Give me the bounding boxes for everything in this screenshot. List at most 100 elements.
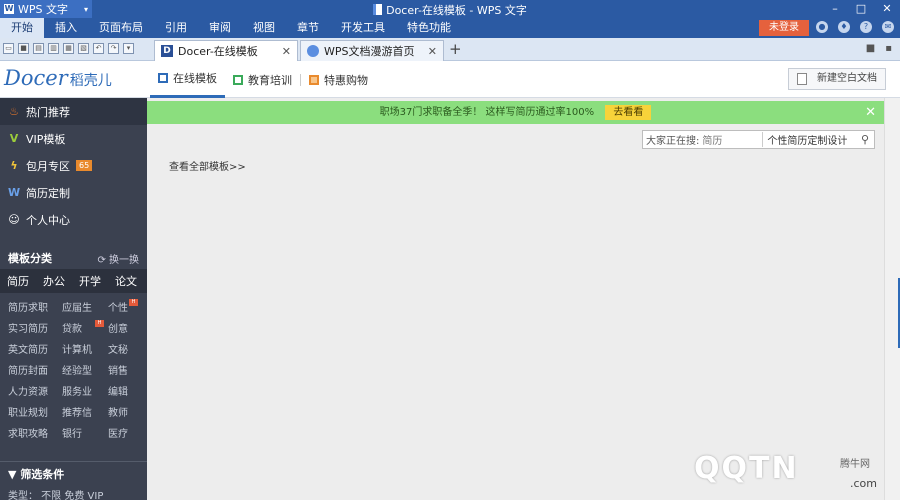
search-icon[interactable]: ⚲: [856, 133, 874, 146]
category-link[interactable]: 英文简历: [8, 340, 62, 361]
window-title-text: Docer-在线模板 - WPS 文字: [386, 4, 527, 17]
tab-view[interactable]: 视图: [242, 18, 286, 38]
undo-icon[interactable]: ↶: [93, 43, 104, 54]
template-search: 大家正在搜: 简历 个性简历定制设计 ⚲: [642, 130, 875, 149]
export-pdf-icon[interactable]: ▤: [33, 43, 44, 54]
new-blank-doc-button[interactable]: 新建空白文档: [788, 68, 886, 90]
book-icon: [233, 74, 243, 85]
filter-type-row[interactable]: 类型： 不限 免费 VIP: [8, 487, 103, 500]
print-icon[interactable]: ▥: [48, 43, 59, 54]
minimize-button[interactable]: –: [822, 0, 848, 18]
category-link[interactable]: 应届生: [62, 298, 108, 319]
category-link[interactable]: 求职攻略: [8, 424, 62, 445]
title-bar: W WPS 文字 ▾ Docer-在线模板 - WPS 文字 – □ ✕: [0, 0, 900, 18]
sidebar-item-resume[interactable]: W 简历定制: [0, 179, 147, 206]
save-icon[interactable]: ■: [18, 43, 29, 54]
open-folder-icon[interactable]: ▭: [3, 43, 14, 54]
view-all-templates-link[interactable]: 查看全部模板>>: [169, 158, 246, 173]
template-category-header: 模板分类 ⟳ 换一换: [0, 247, 147, 269]
category-link[interactable]: 实习简历: [8, 319, 62, 340]
print-preview-icon[interactable]: ▦: [63, 43, 74, 54]
maximize-button[interactable]: □: [848, 0, 874, 18]
category-link[interactable]: 人力资源: [8, 382, 62, 403]
category-tab-office[interactable]: 办公: [36, 273, 72, 289]
share-icon[interactable]: ♦: [838, 21, 850, 33]
tab-start[interactable]: 开始: [0, 18, 44, 38]
nav-shopping[interactable]: 特惠购物: [301, 61, 376, 98]
category-link[interactable]: 银行: [62, 424, 108, 445]
category-tab-school[interactable]: 开学: [72, 273, 108, 289]
tab-review[interactable]: 审阅: [198, 18, 242, 38]
filter-title: 筛选条件: [20, 468, 65, 481]
category-link[interactable]: 经验型: [62, 361, 108, 382]
tab-options-icon[interactable]: ▪: [885, 43, 892, 54]
flame-icon: ♨: [9, 105, 19, 118]
vertical-scrollbar[interactable]: [884, 98, 900, 500]
docer-header: Docer 稻壳儿 在线模板 教育培训 特惠购物 新建空白文档: [0, 61, 900, 98]
logo-cn: 稻壳儿: [69, 73, 112, 89]
nav-online-templates[interactable]: 在线模板: [150, 61, 225, 98]
tab-developer[interactable]: 开发工具: [330, 18, 396, 38]
tab-list-icon[interactable]: ■: [866, 43, 875, 54]
redo-icon[interactable]: ↷: [108, 43, 119, 54]
w-icon: W: [8, 186, 21, 199]
copy-format-icon[interactable]: ▧: [78, 43, 89, 54]
category-label: 个性: [108, 303, 128, 314]
docer-logo[interactable]: Docer 稻壳儿: [4, 66, 112, 90]
watermark-small: 腾牛网: [840, 459, 870, 470]
login-button[interactable]: 未登录: [759, 20, 809, 36]
sidebar-item-hot[interactable]: ♨ 热门推荐: [0, 98, 147, 125]
new-document-icon: [797, 73, 807, 85]
person-icon: ☺: [8, 213, 20, 226]
tab-references[interactable]: 引用: [154, 18, 198, 38]
tab-sections[interactable]: 章节: [286, 18, 330, 38]
help-icon[interactable]: ?: [860, 21, 872, 33]
category-link[interactable]: 简历封面: [8, 361, 62, 382]
doc-tab-label: WPS文档漫游首页: [324, 45, 415, 58]
close-button[interactable]: ✕: [874, 0, 900, 18]
close-banner-icon[interactable]: ✕: [865, 101, 876, 124]
swap-button[interactable]: ⟳ 换一换: [97, 251, 139, 266]
sidebar-item-personal[interactable]: ☺ 个人中心: [0, 206, 147, 233]
promo-text: 职场37门求职备全季！ 这样写简历通过率100%: [379, 107, 595, 118]
category-link[interactable]: 简历求职: [8, 298, 62, 319]
tab-page-layout[interactable]: 页面布局: [88, 18, 154, 38]
new-tab-button[interactable]: +: [449, 41, 462, 58]
category-tab-thesis[interactable]: 论文: [108, 273, 144, 289]
shopping-icon: [309, 74, 319, 85]
doc-tab-roaming[interactable]: WPS文档漫游首页 ✕: [300, 40, 444, 61]
filter-header: ▼ 筛选条件: [0, 461, 147, 486]
category-link[interactable]: 计算机: [62, 340, 108, 361]
category-link[interactable]: 贷款 H: [62, 319, 108, 340]
section-title: 模板分类: [8, 252, 52, 265]
close-tab-icon[interactable]: ✕: [282, 45, 291, 58]
category-tabs: 简历 办公 开学 论文: [0, 269, 147, 293]
feedback-icon[interactable]: ✉: [882, 21, 894, 33]
category-label: 贷款: [62, 324, 82, 335]
sidebar-item-label: 个人中心: [26, 213, 70, 227]
tab-features[interactable]: 特色功能: [396, 18, 462, 38]
tab-insert[interactable]: 插入: [44, 18, 88, 38]
logo-en: Docer: [4, 66, 68, 90]
docer-d-icon: D: [161, 45, 173, 57]
skin-icon[interactable]: ●: [816, 21, 828, 33]
promo-go-button[interactable]: 去看看: [605, 105, 652, 120]
search-input[interactable]: 简历: [702, 132, 762, 147]
document-icon: [373, 4, 383, 15]
category-link[interactable]: 推荐信: [62, 403, 108, 424]
search-suggestion[interactable]: 个性简历定制设计: [762, 132, 851, 147]
category-link[interactable]: 职业规划: [8, 403, 62, 424]
sidebar-item-monthly[interactable]: ϟ 包月专区 65: [0, 152, 147, 179]
close-tab-icon[interactable]: ✕: [428, 45, 437, 58]
v-icon: V: [9, 132, 19, 145]
category-tab-resume[interactable]: 简历: [0, 273, 36, 289]
doc-tab-docer[interactable]: D Docer-在线模板 ✕: [154, 40, 298, 61]
ribbon-tabs: 开始 插入 页面布局 引用 审阅 视图 章节 开发工具 特色功能 未登录 ● ♦…: [0, 18, 900, 38]
sidebar-item-vip[interactable]: V VIP模板: [0, 125, 147, 152]
nav-label: 特惠购物: [324, 73, 368, 87]
category-link[interactable]: 服务业: [62, 382, 108, 403]
new-doc-label: 新建空白文档: [817, 73, 877, 84]
search-label: 大家正在搜:: [646, 136, 700, 147]
nav-education[interactable]: 教育培训: [225, 61, 300, 98]
toolbar-dropdown-icon[interactable]: ▾: [123, 43, 134, 54]
